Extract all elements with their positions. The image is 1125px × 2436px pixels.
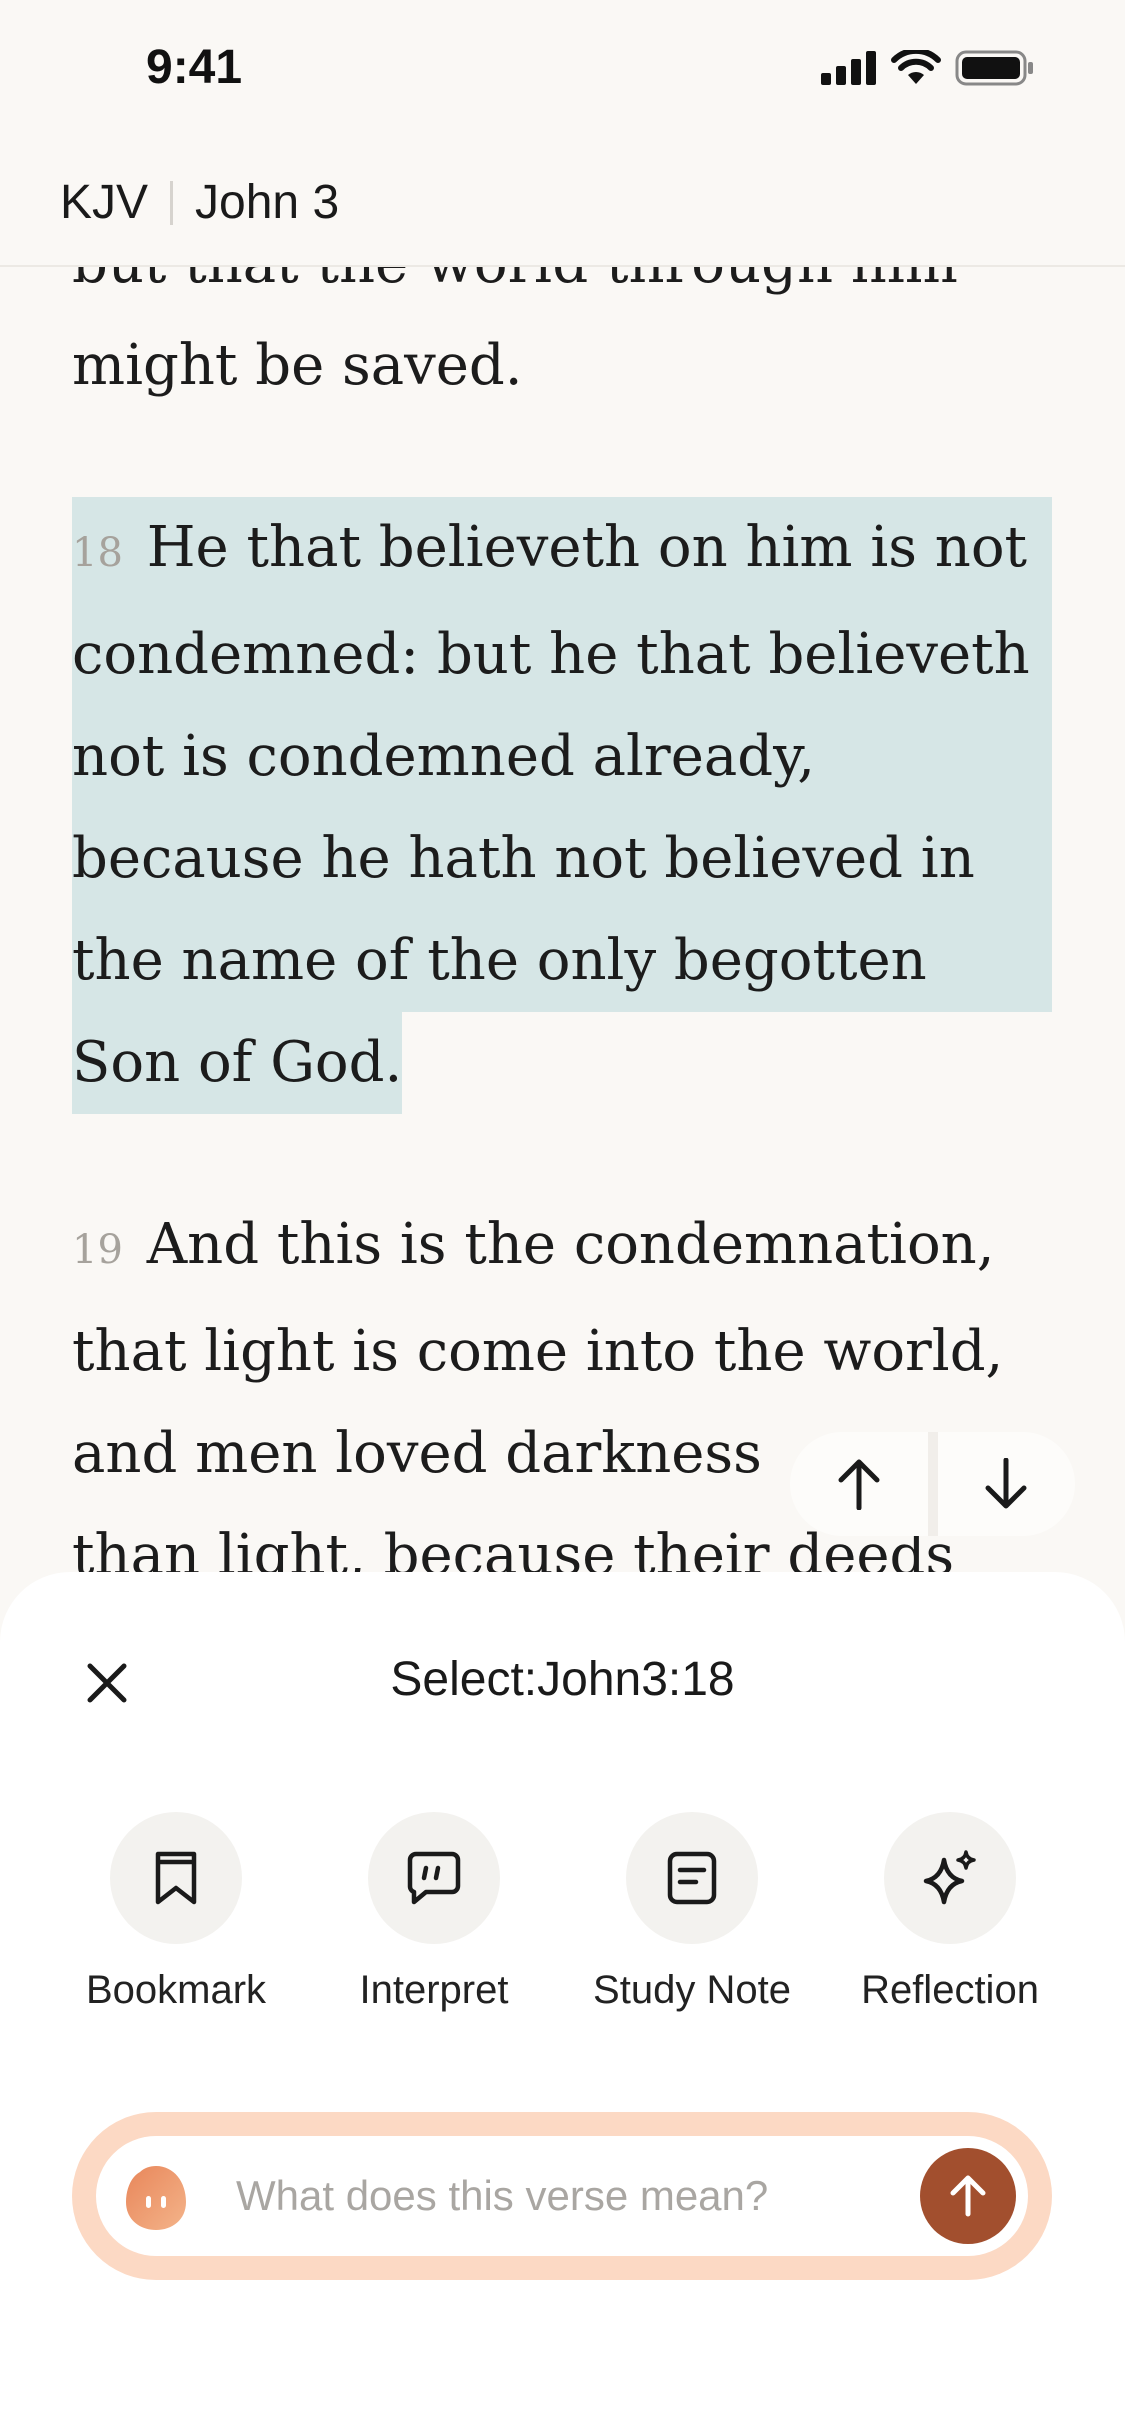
action-label: Bookmark [85,1968,267,2012]
verse-18[interactable]: 18 He that believeth on him is not conde… [72,497,1062,1114]
note-icon [667,1851,717,1905]
arrow-down-icon [985,1458,1027,1509]
verse-line: because he hath not believed in [72,808,1052,910]
verse-highlight: 18 He that believeth on him is not [72,497,1052,604]
reader-header: KJV John 3 [0,140,1125,267]
send-button[interactable] [920,2148,1016,2244]
scripture-text: but that the world through him might be … [72,265,1062,1575]
battery-icon [955,50,1033,86]
verse-line: that light is come into the world, [72,1319,1004,1384]
verse-line: Son of God. [72,1012,403,1114]
action-circle [110,1812,242,1944]
chapter-title[interactable]: John 3 [195,175,339,230]
nav-divider [927,1432,938,1536]
action-label: Interpret [359,1968,509,2012]
send-arrow-icon [950,2175,986,2217]
ask-input[interactable]: What does this verse mean? [96,2136,1028,2256]
action-circle [884,1812,1016,1944]
verse-action-sheet: Select:John3:18 Bookmark Interpret Study… [0,1572,1125,2436]
interpret-button[interactable]: Interpret [304,1812,564,2013]
status-icons [821,50,1035,86]
study-note-button[interactable]: Study Note [562,1812,822,2013]
previous-verse-button[interactable] [790,1432,928,1536]
verse-number: 18 [72,530,123,576]
action-circle [626,1812,758,1944]
arrow-up-icon [838,1459,880,1510]
sparkle-icon [923,1850,976,1905]
action-label: Study Note [593,1968,791,2012]
bookmark-icon [155,1851,197,1905]
scripture-view[interactable]: but that the world through him might be … [0,265,1125,1575]
action-circle [368,1812,500,1944]
bible-version[interactable]: KJV [60,175,148,230]
status-bar: 9:41 [0,0,1125,140]
ask-bar: What does this verse mean? [72,2112,1052,2280]
status-time: 9:41 [146,41,243,94]
previous-verse-line: might be saved. [72,333,523,398]
verse-number: 19 [72,1227,123,1273]
bookmark-button[interactable]: Bookmark [46,1812,306,2013]
header-divider [170,180,174,225]
signal-icon [821,51,876,85]
reflection-button[interactable]: Reflection [820,1812,1080,2013]
verse-line: He that believeth on him is not [146,515,1028,580]
ask-placeholder: What does this verse mean? [236,2172,769,2219]
verse-line: condemned: but he that believeth [72,604,1052,706]
verse-line: not is condemned already, [72,706,1052,808]
previous-verse-line: but that the world through him [72,265,1062,315]
breadcrumb: KJV John 3 [60,175,339,230]
sheet-title: Select:John3:18 [390,1653,735,1706]
wifi-icon [891,50,941,84]
verse-line: And this is the condemnation, [146,1212,995,1277]
next-verse-button[interactable] [937,1432,1075,1536]
verse-nav [790,1432,1075,1536]
chat-quote-icon [407,1851,461,1905]
assistant-avatar-icon [126,2166,186,2230]
action-label: Reflection [861,1968,1039,2012]
verse-line: the name of the only begotten [72,910,1052,1012]
